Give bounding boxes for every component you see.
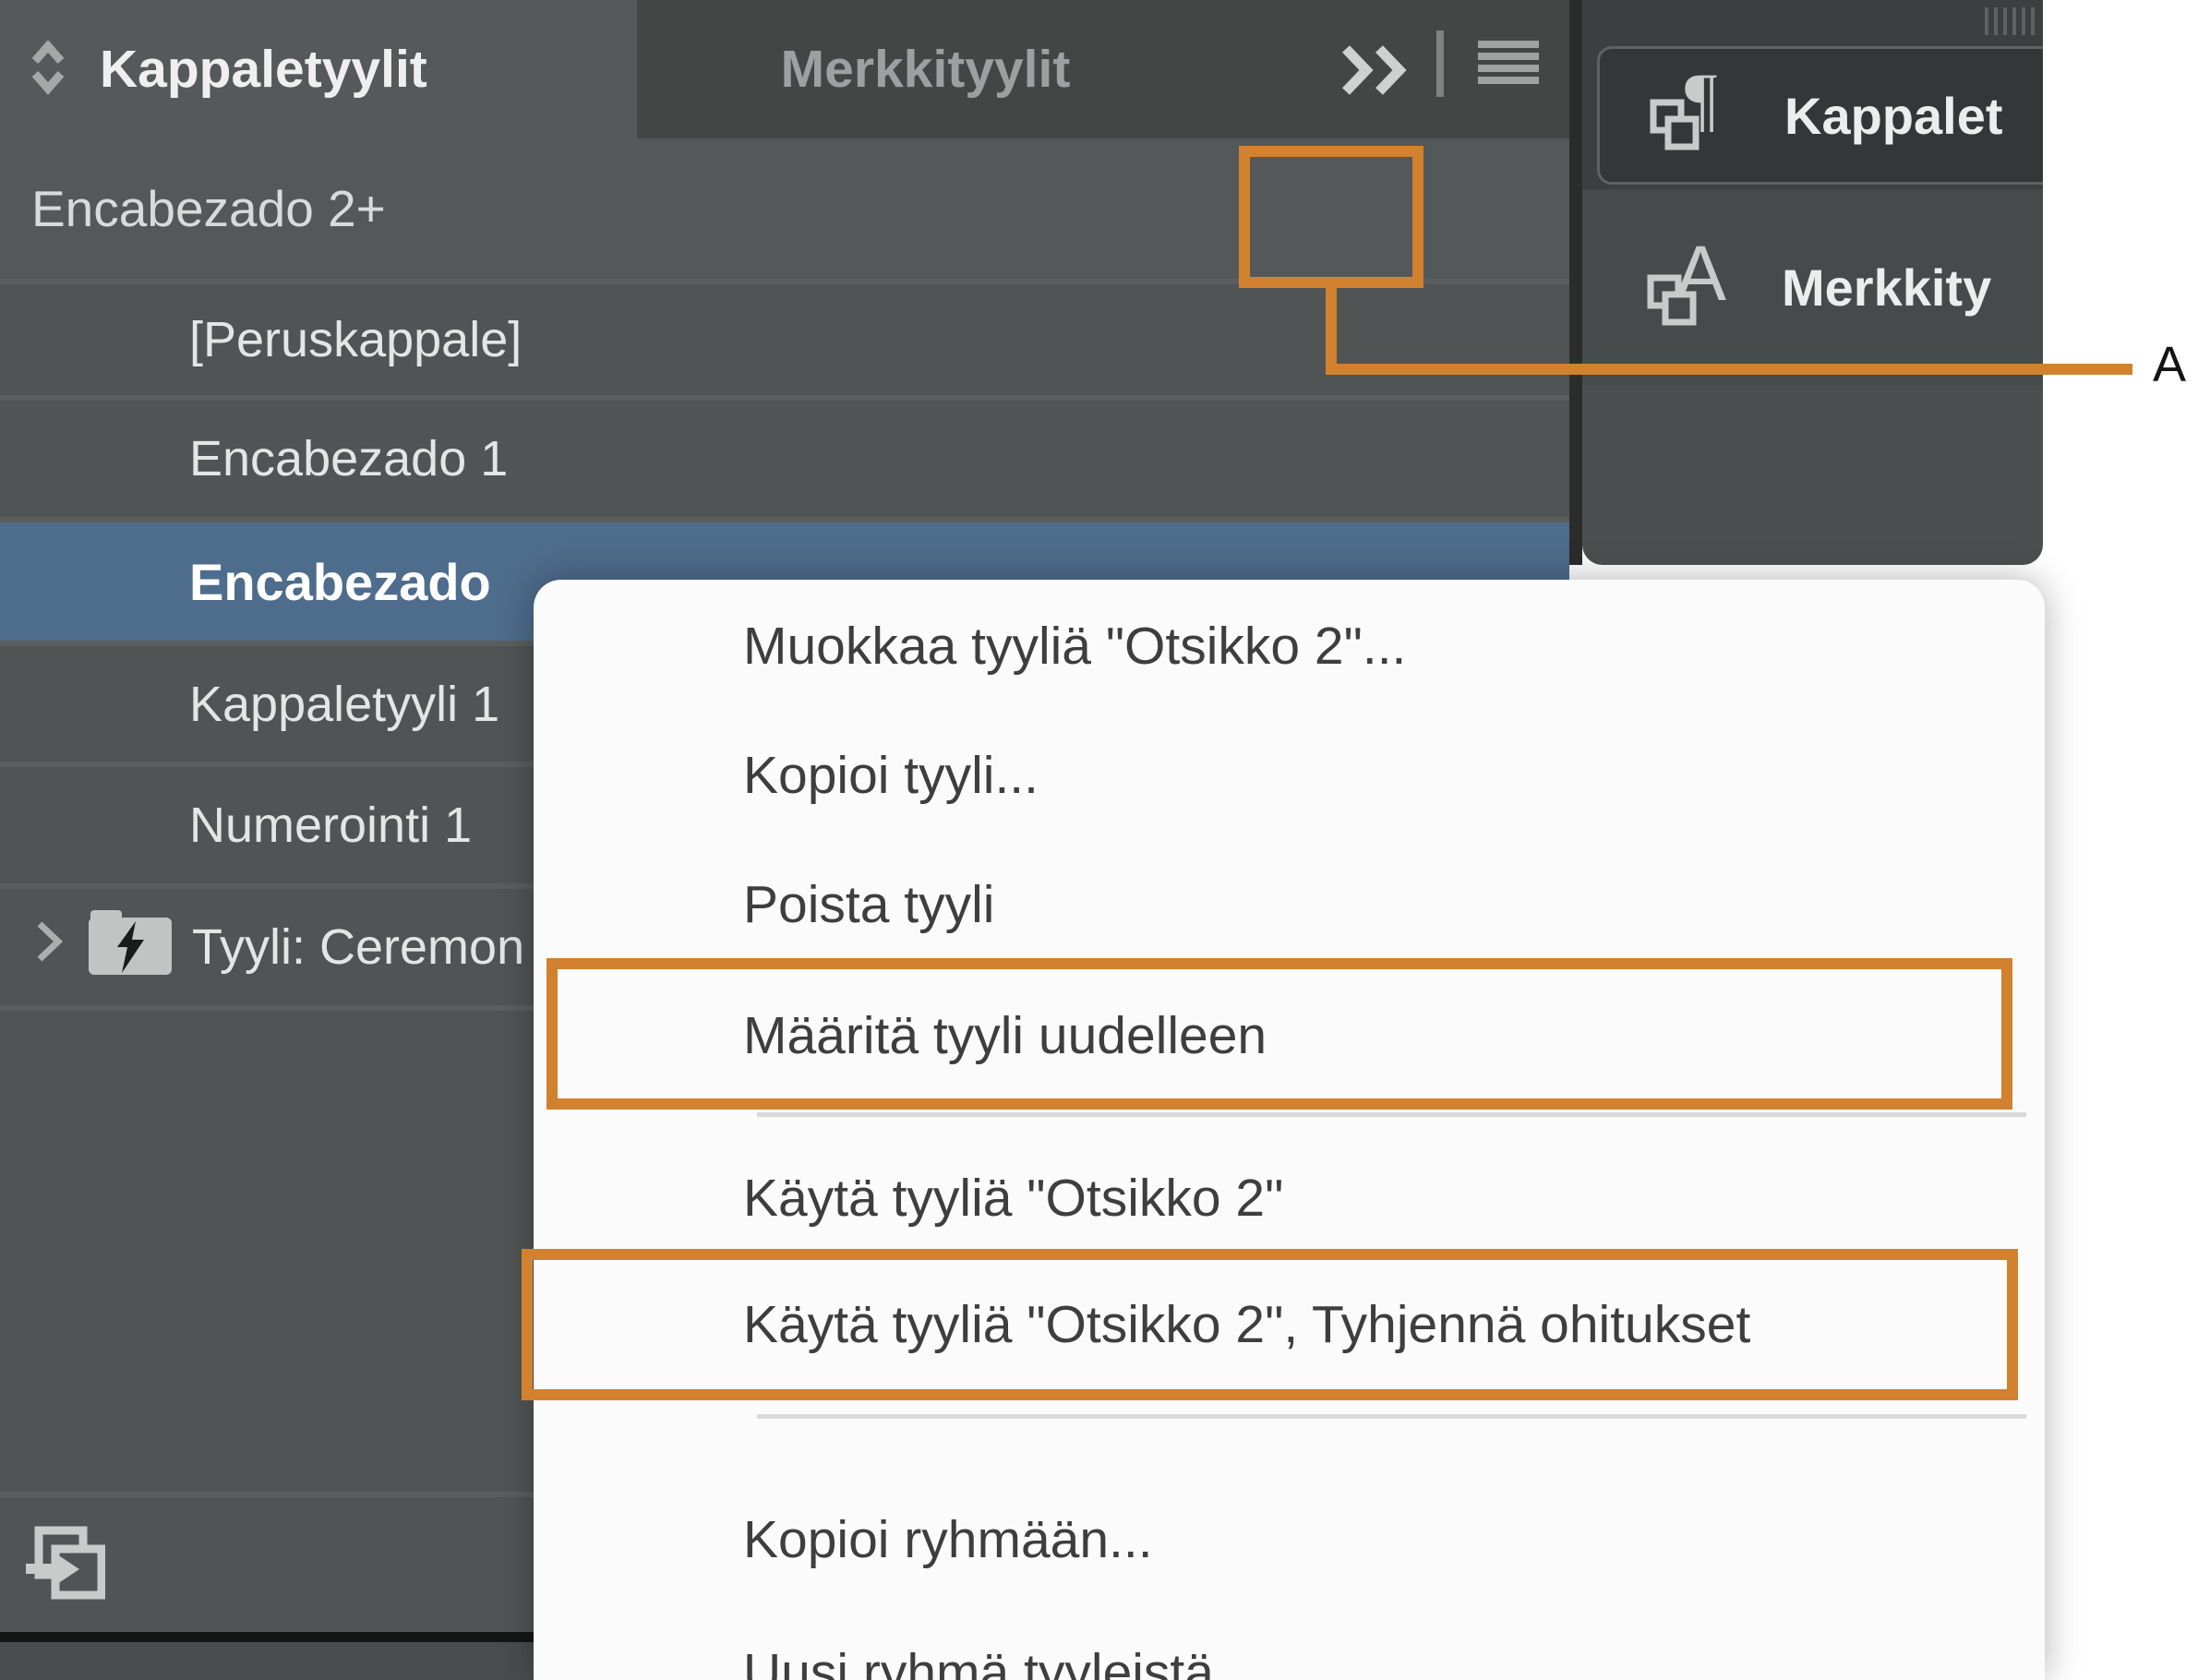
dock-item-character-styles[interactable]: A Merkkity [1582,189,2043,386]
dock-grip-handle[interactable] [1985,7,2035,35]
highlight-box-redefine-style [546,958,2012,1110]
callout-label: A [2140,334,2198,395]
collapse-group-icon[interactable] [1339,43,1409,102]
style-row-label: Kappaletyyli 1 [189,676,499,733]
tabbar-separator [1436,30,1444,97]
menu-separator [757,1414,2026,1419]
style-row-encabezado-1[interactable]: Encabezado 1 [0,401,1569,517]
tab-paragraph-styles[interactable]: Kappaletyylit [0,0,637,138]
highlight-box-apply-clear-overrides [522,1249,2018,1400]
dock-item-label: Kappalet [1784,86,2003,146]
style-group-label: Tyyli: Ceremon [192,918,524,976]
menu-item-duplicate-style[interactable]: Kopioi tyyli... [534,743,2045,808]
menu-item-apply-style[interactable]: Käytä tyyliä "Otsikko 2" [534,1166,2045,1230]
dock-divider[interactable] [1569,0,1582,565]
style-row-label: Encabezado [189,552,491,612]
screenshot-root: Kappaletyylit Merkkityylit Encabezado 2+… [0,0,2198,1680]
menu-separator [757,1112,2026,1117]
character-styles-icon: A [1641,234,1750,342]
menu-item-copy-to-group[interactable]: Kopioi ryhmään... [534,1507,2045,1572]
panel-menu-icon[interactable] [1478,41,1539,89]
panel-tab-bar: Kappaletyylit Merkkityylit [0,0,1569,138]
style-context-menu: Muokkaa tyyliä "Otsikko 2"... Kopioi tyy… [534,580,2045,1680]
tab-character-styles[interactable]: Merkkityylit [637,0,1214,138]
style-row-label: [Peruskappale] [189,311,522,368]
panel-dock: ¶ Kappalet A Merkkity [1582,0,2043,565]
dock-item-label: Merkkity [1782,258,1991,318]
new-style-group-icon[interactable] [26,1523,105,1611]
dock-item-paragraph-styles[interactable]: ¶ Kappalet [1597,46,2043,185]
menu-item-delete-style[interactable]: Poista tyyli [534,872,2045,937]
style-source-folder-icon [87,905,174,990]
callout-connector-line [1326,364,2132,375]
menu-item-new-group-from-styles[interactable]: Uusi ryhmä tyyleistä... [534,1640,2045,1680]
paragraph-styles-icon: ¶ [1644,62,1753,170]
tab-character-styles-label: Merkkityylit [781,39,1071,100]
style-row-label: Numerointi 1 [189,797,472,854]
menu-item-edit-style[interactable]: Muokkaa tyyliä "Otsikko 2"... [534,614,2045,678]
callout-connector-stem [1326,282,1337,364]
expander-chevron-icon[interactable] [33,918,65,976]
applied-style-name: Encabezado 2+ [31,138,386,279]
collapse-panel-icon[interactable] [31,39,65,101]
tab-paragraph-styles-label: Kappaletyylit [100,39,427,100]
style-row-label: Encabezado 1 [189,430,508,487]
callout-box-override-badge [1239,146,1423,288]
